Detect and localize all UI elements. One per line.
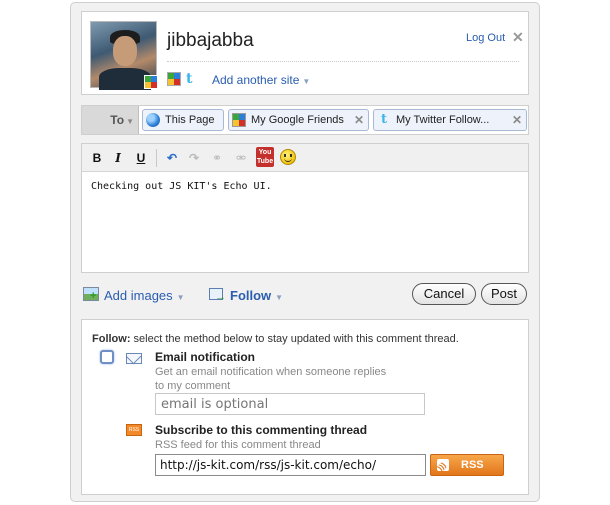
add-images-link[interactable]: Add images ▼	[104, 288, 185, 303]
unlink-icon[interactable]: ⚮	[232, 149, 250, 167]
rss-icon: RSS	[126, 424, 142, 436]
remove-chip-icon[interactable]: ✕	[512, 110, 522, 130]
chevron-down-icon: ▼	[275, 293, 284, 302]
twitter-icon: t	[380, 112, 387, 127]
envelope-icon	[126, 353, 142, 364]
email-desc-line: Get an email notification when someone r…	[155, 366, 387, 378]
logout-link[interactable]: Log Out	[466, 32, 505, 44]
recipient-chip[interactable]: t My Twitter Follow... ✕	[373, 109, 527, 131]
post-button[interactable]: Post	[481, 283, 527, 305]
google-icon	[232, 113, 246, 127]
to-dropdown[interactable]: To ▼	[82, 106, 139, 134]
avatar	[90, 21, 158, 90]
follow-intro-bold: Follow:	[92, 333, 131, 345]
username: jibbajabba	[167, 30, 254, 51]
recipient-label: My Google Friends	[251, 114, 344, 126]
recipient-label: My Twitter Follow...	[396, 114, 490, 126]
divider	[167, 61, 519, 62]
email-input[interactable]	[155, 393, 425, 415]
add-image-icon[interactable]	[83, 287, 99, 302]
comment-widget: jibbajabba Log Out ✕ t Add another site ▼…	[70, 2, 540, 502]
redo-icon[interactable]: ↷	[186, 149, 202, 167]
avatar-face	[113, 36, 137, 66]
follow-panel: Follow: select the method below to stay …	[81, 319, 529, 495]
follow-intro-text: select the method below to stay updated …	[130, 333, 459, 345]
underline-button[interactable]: U	[134, 149, 148, 167]
undo-icon[interactable]: ↶	[164, 149, 180, 167]
toolbar-separator	[156, 149, 157, 167]
smiley-icon[interactable]	[280, 149, 296, 165]
add-site-link[interactable]: Add another site ▼	[212, 73, 310, 87]
editor-toolbar: B I U ↶ ↷ ⚭ ⚮ You Tube	[82, 144, 528, 172]
email-option-desc: Get an email notification when someone r…	[155, 365, 386, 393]
email-desc-line: to my comment	[155, 380, 231, 392]
email-option-title: Email notification	[155, 350, 256, 364]
bold-button[interactable]: B	[90, 149, 104, 167]
rss-url-field[interactable]: http://js-kit.com/rss/js-kit.com/echo/	[155, 454, 426, 476]
rss-option-desc: RSS feed for this comment thread	[155, 439, 321, 451]
globe-icon	[146, 113, 160, 127]
rss-button[interactable]: RSS	[430, 454, 504, 476]
chevron-down-icon: ▼	[176, 293, 185, 302]
follow-icon[interactable]	[209, 288, 226, 303]
link-icon[interactable]: ⚭	[208, 149, 226, 167]
cancel-button[interactable]: Cancel	[412, 283, 476, 305]
comment-editor: B I U ↶ ↷ ⚭ ⚮ You Tube Checking out JS K…	[81, 143, 529, 273]
youtube-bottom-text: Tube	[256, 158, 274, 165]
chevron-down-icon: ▼	[302, 77, 311, 86]
comment-textarea[interactable]: Checking out JS KIT's Echo UI.	[91, 181, 272, 192]
twitter-icon[interactable]: t	[186, 71, 192, 87]
add-site-label: Add another site	[212, 73, 300, 87]
follow-intro: Follow: select the method below to stay …	[92, 333, 459, 345]
italic-button[interactable]: I	[112, 149, 124, 167]
rss-option-title: Subscribe to this commenting thread	[155, 423, 368, 437]
recipients-row: To ▼ This Page My Google Friends ✕ t My T…	[81, 105, 529, 135]
follow-link[interactable]: Follow ▼	[230, 288, 283, 303]
rss-button-label: RSS	[461, 459, 484, 471]
to-label: To	[110, 113, 125, 127]
chevron-down-icon: ▼	[126, 117, 134, 126]
youtube-icon[interactable]: You Tube	[256, 147, 274, 167]
google-icon[interactable]	[167, 72, 181, 86]
recipient-chip[interactable]: My Google Friends ✕	[228, 109, 369, 131]
add-images-label: Add images	[104, 288, 173, 303]
youtube-top-text: You	[258, 149, 272, 156]
email-notification-checkbox[interactable]	[100, 350, 114, 364]
google-badge-icon	[144, 75, 158, 89]
rss-feed-icon	[437, 459, 449, 471]
remove-chip-icon[interactable]: ✕	[354, 110, 364, 130]
recipient-chip[interactable]: This Page	[142, 109, 224, 131]
logout-close-icon[interactable]: ✕	[512, 29, 524, 46]
recipient-label: This Page	[165, 114, 215, 126]
follow-label: Follow	[230, 288, 272, 303]
profile-card: jibbajabba Log Out ✕ t Add another site ▼	[81, 11, 529, 95]
